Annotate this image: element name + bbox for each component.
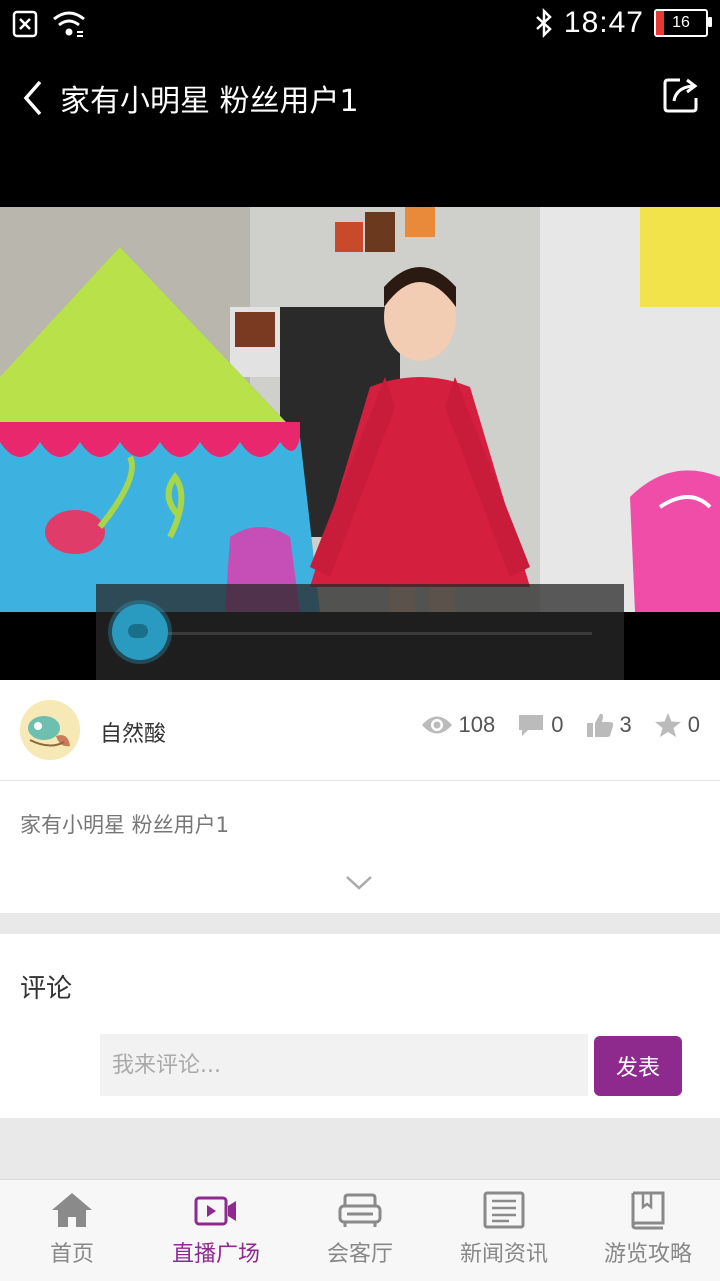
- chevron-left-icon[interactable]: [18, 78, 48, 118]
- no-sim-icon: [12, 10, 38, 38]
- share-icon[interactable]: [662, 76, 700, 114]
- star-icon: [654, 713, 681, 737]
- live-video-icon: [194, 1196, 236, 1226]
- status-right: 18:47 16: [534, 6, 712, 40]
- tab-label: 首页: [49, 1242, 94, 1267]
- sofa-icon: [338, 1193, 382, 1227]
- stats-row: 108 0 3 0: [421, 712, 700, 738]
- comments-section: 评论 发表: [0, 934, 720, 1118]
- views-stat: 108: [421, 712, 496, 738]
- comments-stat[interactable]: 0: [517, 712, 564, 738]
- tab-lounge[interactable]: 会客厅: [288, 1180, 432, 1281]
- tab-news[interactable]: 新闻资讯: [432, 1180, 576, 1281]
- tab-guide[interactable]: 游览攻略: [576, 1180, 720, 1281]
- video-player[interactable]: [0, 144, 720, 680]
- eye-icon: [421, 716, 452, 734]
- favorites-stat[interactable]: 0: [654, 712, 700, 738]
- avatar-icon[interactable]: [20, 700, 80, 760]
- tab-home[interactable]: 首页: [0, 1180, 144, 1281]
- bottom-tab-bar: 首页 直播广场 会客厅 新闻资讯 游览攻略: [0, 1179, 720, 1281]
- clock: 18:47: [563, 6, 644, 39]
- page-title: 家有小明星 粉丝用户1: [60, 84, 359, 119]
- comment-icon: [519, 715, 544, 736]
- description-text: 家有小明星 粉丝用户1: [20, 813, 230, 837]
- thumbs-up-icon: [586, 713, 613, 737]
- video-frame[interactable]: [0, 207, 720, 612]
- submit-comment-button[interactable]: 发表: [594, 1036, 682, 1096]
- home-icon: [52, 1193, 92, 1227]
- status-bar: 18:47 16: [0, 0, 720, 50]
- description-box: 家有小明星 粉丝用户1: [0, 781, 720, 913]
- tab-live[interactable]: 直播广场: [144, 1180, 288, 1281]
- likes-count: 3: [619, 712, 632, 737]
- chevron-down-icon[interactable]: [344, 873, 374, 893]
- battery-level: 16: [672, 14, 690, 31]
- news-icon: [483, 1191, 525, 1229]
- comments-count: 0: [551, 712, 564, 737]
- progress-knob[interactable]: [112, 604, 168, 660]
- progress-track[interactable]: [146, 632, 592, 635]
- likes-stat[interactable]: 3: [586, 712, 632, 738]
- tab-label: 会客厅: [326, 1242, 393, 1267]
- wifi-icon: [53, 11, 85, 37]
- tab-label: 游览攻略: [603, 1242, 692, 1267]
- book-icon: [631, 1191, 665, 1230]
- comment-input[interactable]: [100, 1034, 588, 1096]
- tab-label: 直播广场: [171, 1242, 260, 1267]
- bluetooth-icon: [536, 8, 552, 38]
- favorites-count: 0: [687, 712, 700, 737]
- status-left: [12, 10, 86, 38]
- author-bar: 自然酸 108 0 3 0: [0, 680, 720, 781]
- video-controls: [96, 584, 624, 680]
- comments-title: 评论: [20, 974, 73, 1004]
- battery-icon: 16: [654, 9, 712, 37]
- author-name[interactable]: 自然酸: [100, 716, 166, 748]
- title-bar: 家有小明星 粉丝用户1: [0, 50, 720, 144]
- views-count: 108: [458, 712, 496, 737]
- tab-label: 新闻资讯: [459, 1242, 548, 1267]
